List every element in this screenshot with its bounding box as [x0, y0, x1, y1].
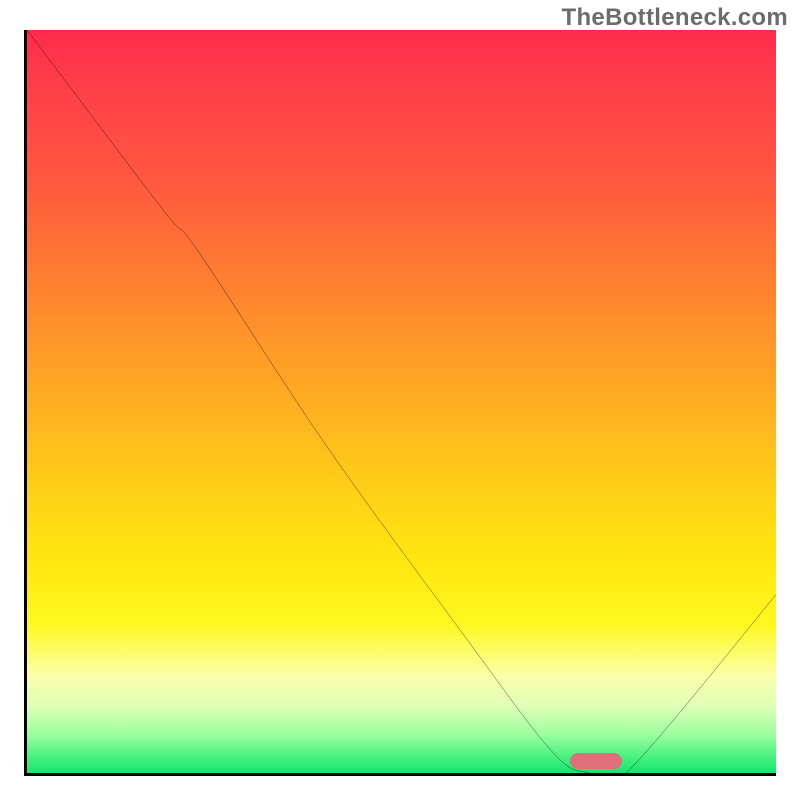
plot-area	[24, 30, 776, 776]
bottleneck-curve	[27, 30, 776, 773]
chart-container: TheBottleneck.com	[0, 0, 800, 800]
curve-path	[27, 30, 776, 773]
watermark-text: TheBottleneck.com	[562, 4, 788, 32]
